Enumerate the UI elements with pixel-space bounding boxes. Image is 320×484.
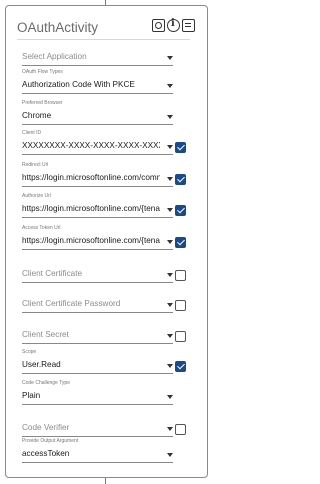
field-label: Scope (22, 349, 37, 355)
field-underline (22, 462, 173, 463)
title-divider (17, 39, 190, 40)
field-placeholder[interactable]: Select Application (22, 52, 160, 61)
field-checkbox[interactable] (175, 142, 186, 153)
field-underline (22, 436, 173, 437)
gear-icon[interactable] (152, 19, 165, 32)
field-value[interactable]: https://login.microsoftonline.com/{tena (22, 236, 160, 245)
field-label: Preferred Browser (22, 100, 63, 106)
info-icon[interactable] (167, 18, 180, 32)
field-underline (22, 282, 173, 283)
field-label: Authorize Url (22, 193, 51, 199)
field-checkbox[interactable] (175, 331, 186, 342)
chevron-down-icon[interactable] (167, 303, 173, 307)
chevron-down-icon[interactable] (167, 273, 173, 277)
activity-title: OAuthActivity (17, 20, 99, 35)
field-label: Redirect Url (22, 162, 49, 168)
field-value[interactable]: User.Read (22, 360, 160, 369)
field-placeholder[interactable]: Client Secret (22, 330, 160, 339)
field-label: Client ID (22, 130, 42, 136)
field-checkbox[interactable] (175, 205, 186, 216)
field-value[interactable]: Chrome (22, 111, 160, 120)
chevron-down-icon[interactable] (167, 453, 173, 457)
bottom-connector (105, 478, 106, 484)
chevron-down-icon[interactable] (167, 115, 173, 119)
field-underline (22, 373, 173, 374)
field-label: Provide Output Argument (22, 438, 79, 444)
field-underline (22, 312, 173, 313)
chevron-down-icon[interactable] (167, 84, 173, 88)
title-icons (152, 18, 195, 32)
field-value[interactable]: https://login.microsoftonline.com/{tena (22, 204, 160, 213)
field-underline (22, 124, 173, 125)
field-placeholder[interactable]: Client Certificate Password (22, 299, 160, 308)
field-value[interactable]: XXXXXXXX-XXXX-XXXX-XXXX-XXXXXXXX (22, 141, 160, 150)
field-underline (22, 217, 173, 218)
chevron-down-icon[interactable] (167, 240, 173, 244)
field-value[interactable]: Authorization Code With PKCE (22, 80, 160, 89)
field-checkbox[interactable] (175, 174, 186, 185)
chevron-down-icon[interactable] (167, 145, 173, 149)
chevron-down-icon[interactable] (167, 395, 173, 399)
field-label: OAuth Flow Types (22, 69, 63, 75)
chevron-down-icon[interactable] (167, 364, 173, 368)
field-checkbox[interactable] (175, 270, 186, 281)
field-label: Access Token Url (22, 225, 61, 231)
activity-frame: OAuthActivity Select Application OAuth Fl… (0, 0, 213, 484)
field-value[interactable]: accessToken (22, 449, 160, 458)
comment-icon[interactable] (182, 19, 195, 32)
field-underline (22, 249, 173, 250)
field-checkbox[interactable] (175, 361, 186, 372)
field-underline (22, 404, 173, 405)
field-checkbox[interactable] (175, 424, 186, 435)
field-placeholder[interactable]: Client Certificate (22, 269, 160, 278)
field-placeholder[interactable]: Code Verifier (22, 423, 160, 432)
chevron-down-icon[interactable] (167, 208, 173, 212)
field-underline (22, 186, 173, 187)
field-value[interactable]: https://login.microsoftonline.com/comn (22, 173, 160, 182)
field-underline (22, 343, 173, 344)
chevron-down-icon[interactable] (167, 334, 173, 338)
chevron-down-icon[interactable] (167, 427, 173, 431)
field-underline (22, 154, 173, 155)
field-checkbox[interactable] (175, 237, 186, 248)
field-underline (22, 65, 173, 66)
field-label: Code Challenge Type (22, 380, 70, 386)
field-underline (22, 93, 173, 94)
chevron-down-icon[interactable] (167, 177, 173, 181)
field-checkbox[interactable] (175, 300, 186, 311)
field-value[interactable]: Plain (22, 391, 160, 400)
chevron-down-icon[interactable] (167, 56, 173, 60)
